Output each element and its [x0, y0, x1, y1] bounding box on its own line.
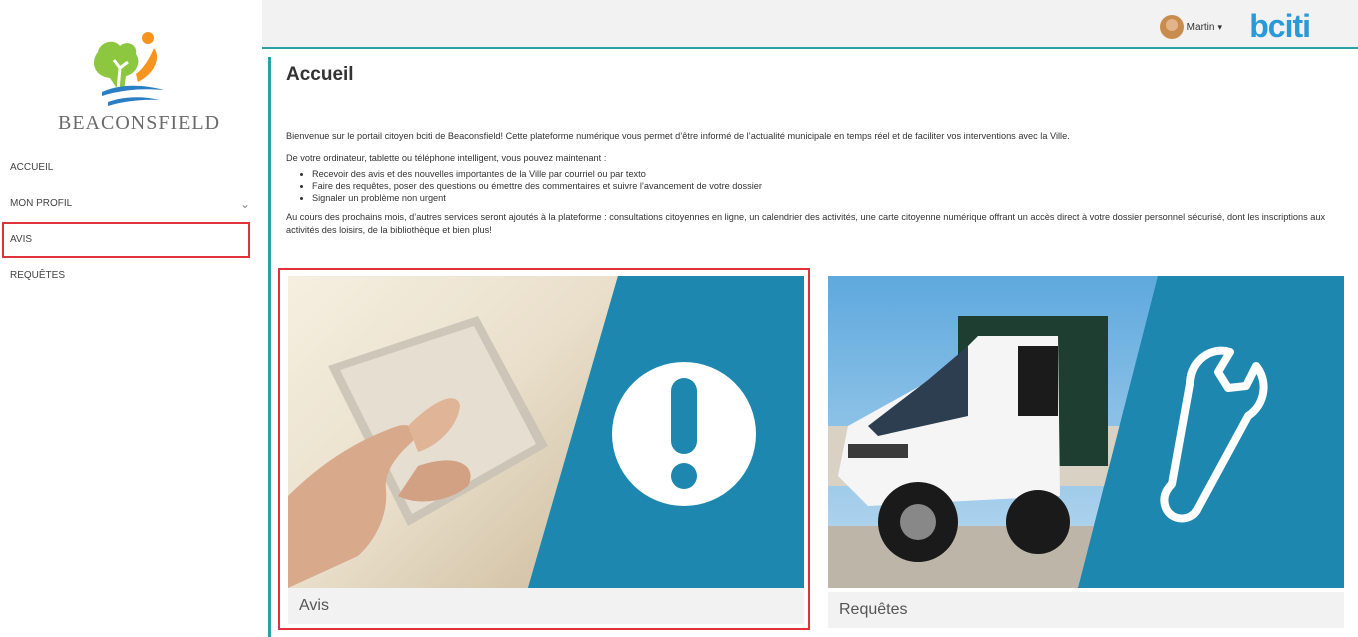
- sidebar-item-label: MON PROFIL: [10, 198, 73, 209]
- intro-paragraph: Bienvenue sur le portail citoyen bciti d…: [286, 131, 1070, 141]
- intro-paragraph: De votre ordinateur, tablette ou télépho…: [286, 153, 607, 163]
- tablet-hand-image: [288, 276, 804, 588]
- content-accent-stripe: [268, 57, 271, 637]
- beaconsfield-logo[interactable]: BEACONSFIELD: [58, 18, 221, 138]
- sidebar-item-requetes[interactable]: REQUÊTES: [0, 258, 262, 294]
- user-menu[interactable]: Martin ▾: [1159, 15, 1222, 39]
- list-item: Faire des requêtes, poser des questions …: [312, 180, 1346, 192]
- list-item: Signaler un problème non urgent: [312, 192, 1346, 204]
- list-item: Recevoir des avis et des nouvelles impor…: [312, 168, 1346, 180]
- card-avis[interactable]: Avis: [278, 268, 810, 630]
- feature-list: Recevoir des avis et des nouvelles impor…: [286, 168, 1346, 204]
- sidebar-item-mon-profil[interactable]: MON PROFIL ⌄: [0, 186, 262, 222]
- chevron-down-icon: ⌄: [239, 197, 250, 211]
- main-content: Accueil Bienvenue sur le portail citoyen…: [286, 64, 1346, 237]
- user-name: Martin: [1186, 21, 1215, 33]
- logo-icon: [94, 32, 164, 106]
- sidebar-item-avis[interactable]: AVIS: [2, 222, 250, 258]
- page-title: Accueil: [286, 64, 354, 85]
- caret-down-icon: ▾: [1217, 21, 1222, 32]
- truck-image: [828, 276, 1344, 588]
- sidebar-nav: ACCUEIL MON PROFIL ⌄ AVIS REQUÊTES: [0, 150, 262, 294]
- card-image: [828, 276, 1344, 588]
- intro-text: Bienvenue sur le portail citoyen bciti d…: [286, 130, 1346, 237]
- intro-paragraph: Au cours des prochains mois, d’autres se…: [286, 212, 1326, 235]
- brand-text: bciti: [1249, 8, 1311, 44]
- card-label: Avis: [288, 588, 804, 624]
- card-label: Requêtes: [828, 592, 1344, 628]
- sidebar: BEACONSFIELD ACCUEIL MON PROFIL ⌄ AVIS R…: [0, 0, 262, 637]
- logo-text: BEACONSFIELD: [58, 112, 221, 134]
- sidebar-item-accueil[interactable]: ACCUEIL: [0, 150, 262, 186]
- card-requetes[interactable]: Requêtes: [828, 276, 1344, 628]
- sidebar-item-label: ACCUEIL: [10, 162, 54, 173]
- sidebar-item-label: AVIS: [10, 234, 33, 245]
- sidebar-item-label: REQUÊTES: [10, 270, 66, 281]
- top-header: Martin ▾ bciti: [262, 0, 1358, 49]
- avatar: [1159, 15, 1184, 39]
- card-image: [288, 276, 804, 588]
- brand-logo[interactable]: bciti: [1249, 8, 1311, 45]
